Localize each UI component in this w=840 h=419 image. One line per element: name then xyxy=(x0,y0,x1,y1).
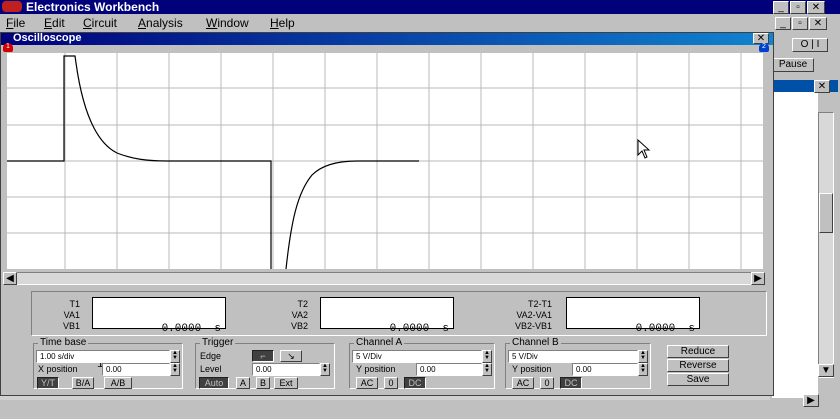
panel-scrollbar[interactable] xyxy=(818,112,834,378)
scope-screen[interactable] xyxy=(7,53,763,269)
app-icon xyxy=(2,1,22,12)
x-position-field[interactable]: 0.00 xyxy=(102,363,170,376)
panel-close-button[interactable]: ✕ xyxy=(814,80,830,93)
parts-bin-list xyxy=(772,92,818,398)
delta-readout: 0.0000 s xyxy=(566,297,700,335)
channel-a-group: Channel A 5 V/Div ▲ ▼ Y position 0.00 ▲ ▼ … xyxy=(349,337,495,389)
cursor-2-marker[interactable]: 2 xyxy=(759,43,769,52)
trigger-group: Trigger Edge ⌐ ↘ Level 0.00 ▲ ▼ Auto A B … xyxy=(195,337,335,389)
power-switch[interactable]: O | I xyxy=(792,38,828,52)
edge-falling-button[interactable]: ↘ xyxy=(280,350,302,362)
channel-b-zero-button[interactable]: 0 xyxy=(540,377,554,389)
t2-value: 0.0000 s xyxy=(376,323,449,335)
cursor-2-readout: 0.0000 s xyxy=(320,297,454,335)
t1-label: T1 xyxy=(69,299,80,309)
scroll-right-button[interactable]: ▶ xyxy=(751,272,765,285)
trigger-title: Trigger xyxy=(200,337,236,348)
mode-yt-button[interactable]: Y/T xyxy=(37,377,59,389)
menu-bar: File Edit Circuit Analysis Window Help xyxy=(0,14,840,32)
channel-b-ypos-label: Y position xyxy=(512,364,552,374)
channel-a-ypos-spinner[interactable]: ▲ ▼ xyxy=(482,363,492,376)
dt-label: T2-T1 xyxy=(527,299,552,309)
reverse-button[interactable]: Reverse xyxy=(667,359,729,372)
t1-value: 0.0000 s xyxy=(148,323,221,335)
channel-b-dc-button[interactable]: DC xyxy=(560,377,582,389)
channel-b-group: Channel B 5 V/Div ▲ ▼ Y position 0.00 ▲ ▼ … xyxy=(505,337,651,389)
reduce-button[interactable]: Reduce xyxy=(667,345,729,358)
timebase-spinner[interactable]: ▲ ▼ xyxy=(170,350,180,363)
menu-help[interactable]: Help xyxy=(270,16,295,30)
edge-rising-button[interactable]: ⌐ xyxy=(252,350,274,362)
level-label: Level xyxy=(200,364,222,374)
background-panel: O | I Pause ✕ ▼ ▶ xyxy=(770,32,840,407)
pause-button[interactable]: Pause xyxy=(772,58,814,72)
scope-horizontal-scrollbar[interactable] xyxy=(3,272,765,285)
mode-ba-button[interactable]: B/A xyxy=(72,377,94,389)
va2-label: VA2 xyxy=(291,310,308,320)
menu-analysis[interactable]: Analysis xyxy=(138,16,183,30)
trigger-b-button[interactable]: B xyxy=(256,377,270,389)
mdi-close-button[interactable]: ✕ xyxy=(809,17,827,30)
vb2-label: VB2 xyxy=(290,321,308,331)
trigger-ext-button[interactable]: Ext xyxy=(274,377,298,389)
scroll-left-button[interactable]: ◀ xyxy=(3,272,17,285)
mdi-minimize-button[interactable]: _ xyxy=(775,17,791,30)
channel-a-zero-button[interactable]: 0 xyxy=(384,377,398,389)
trigger-auto-button[interactable]: Auto xyxy=(199,377,229,389)
menu-file[interactable]: File xyxy=(6,16,25,30)
channel-b-scale-spinner[interactable]: ▲ ▼ xyxy=(638,350,648,363)
readout-panel: T1 VA1 VB1 0.0000 s 1.0214e-14V T2 VA2 V… xyxy=(31,291,767,371)
timebase-scale-field[interactable]: 1.00 s/div xyxy=(36,350,170,363)
x-position-label: X position xyxy=(38,364,78,374)
maximize-button[interactable]: ▫ xyxy=(790,1,806,14)
edge-label: Edge xyxy=(200,351,222,361)
save-button[interactable]: Save xyxy=(667,373,729,386)
t2-label: T2 xyxy=(297,299,308,309)
channel-a-title: Channel A xyxy=(354,337,405,348)
timebase-title: Time base xyxy=(38,337,89,348)
va1-label: VA1 xyxy=(63,310,80,320)
channel-b-ypos-field[interactable]: 0.00 xyxy=(572,363,638,376)
trigger-level-spinner[interactable]: ▲ ▼ xyxy=(320,363,330,376)
trigger-a-button[interactable]: A xyxy=(236,377,250,389)
dt-value: 0.0000 s xyxy=(622,323,695,335)
channel-a-dc-button[interactable]: DC xyxy=(404,377,426,389)
channel-a-ypos-label: Y position xyxy=(356,364,396,374)
channel-b-ac-button[interactable]: AC xyxy=(512,377,534,389)
scope-close-button[interactable]: ✕ xyxy=(753,33,769,44)
menu-edit[interactable]: Edit xyxy=(44,16,65,30)
timebase-group: Time base 1.00 s/div ▲ ▼ X position 0.00 … xyxy=(33,337,183,389)
scope-display xyxy=(7,53,763,269)
dva-label: VA2-VA1 xyxy=(516,310,552,320)
dvb-label: VB2-VB1 xyxy=(514,321,552,331)
mode-ab-button[interactable]: A/B xyxy=(104,377,132,389)
channel-a-ypos-field[interactable]: 0.00 xyxy=(416,363,482,376)
app-titlebar: Electronics Workbench xyxy=(0,0,840,14)
oscilloscope-window: Oscilloscope ✕ 1 2 ◀ ▶ T1 VA1 VB1 0.0000… xyxy=(0,32,774,396)
vb1-label: VB1 xyxy=(62,321,80,331)
menu-circuit[interactable]: Circuit xyxy=(83,16,117,30)
panel-scroll-right[interactable]: ▶ xyxy=(803,394,819,407)
x-position-spinner[interactable]: ▲ ▼ xyxy=(170,363,180,376)
scope-titlebar: Oscilloscope xyxy=(1,32,773,45)
trigger-level-field[interactable]: 0.00 xyxy=(252,363,320,376)
app-title: Electronics Workbench xyxy=(26,0,160,14)
cursor-1-marker[interactable]: 1 xyxy=(3,43,13,52)
channel-a-scale-spinner[interactable]: ▲ ▼ xyxy=(482,350,492,363)
cursor-1-readout: 0.0000 s 1.0214e-14V xyxy=(92,297,226,371)
scope-title: Oscilloscope xyxy=(13,32,82,44)
channel-b-scale-field[interactable]: 5 V/Div xyxy=(508,350,638,363)
close-button[interactable]: ✕ xyxy=(807,1,825,14)
channel-b-ypos-spinner[interactable]: ▲ ▼ xyxy=(638,363,648,376)
channel-a-ac-button[interactable]: AC xyxy=(356,377,378,389)
panel-scroll-down[interactable]: ▼ xyxy=(818,364,834,377)
mdi-restore-button[interactable]: ▫ xyxy=(792,17,808,30)
mouse-pointer-icon xyxy=(637,139,651,159)
channel-a-scale-field[interactable]: 5 V/Div xyxy=(352,350,482,363)
minimize-button[interactable]: _ xyxy=(773,1,789,14)
channel-b-title: Channel B xyxy=(510,337,561,348)
menu-window[interactable]: Window xyxy=(206,16,249,30)
